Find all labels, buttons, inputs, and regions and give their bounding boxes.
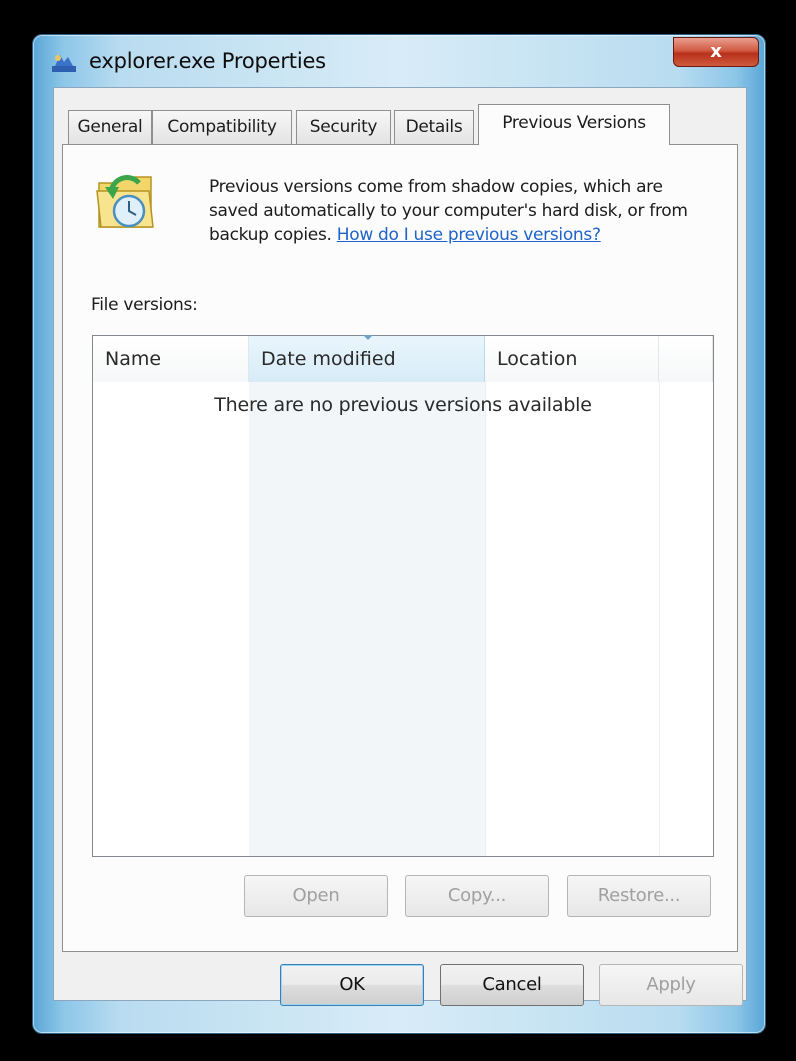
apply-button[interactable]: Apply bbox=[599, 964, 743, 1006]
tab-strip: General Compatibility Security Details P… bbox=[68, 104, 728, 145]
column-header-filler bbox=[659, 336, 713, 382]
close-button[interactable]: x bbox=[673, 37, 759, 67]
file-versions-list[interactable]: Name Date modified Location There are no… bbox=[92, 335, 714, 857]
list-header: Name Date modified Location bbox=[93, 335, 713, 382]
restore-button[interactable]: Restore... bbox=[567, 875, 711, 917]
sort-arrow-icon bbox=[363, 335, 373, 340]
column-header-date-modified[interactable]: Date modified bbox=[249, 335, 485, 382]
help-link[interactable]: How do I use previous versions? bbox=[337, 225, 601, 245]
empty-list-message: There are no previous versions available bbox=[214, 394, 592, 416]
tab-general[interactable]: General bbox=[68, 110, 152, 144]
ok-button[interactable]: OK bbox=[280, 964, 424, 1006]
previous-versions-icon bbox=[96, 175, 154, 228]
cancel-button[interactable]: Cancel bbox=[440, 964, 584, 1006]
copy-button[interactable]: Copy... bbox=[405, 875, 549, 917]
file-versions-label: File versions: bbox=[91, 295, 198, 315]
tab-security[interactable]: Security bbox=[296, 110, 391, 144]
column-header-name[interactable]: Name bbox=[93, 336, 249, 382]
properties-window: explorer.exe Properties x General Compat… bbox=[32, 34, 766, 1034]
column-header-location[interactable]: Location bbox=[485, 336, 659, 382]
dialog-client-area: General Compatibility Security Details P… bbox=[53, 87, 747, 1006]
title-bar[interactable]: explorer.exe Properties x bbox=[33, 35, 765, 87]
window-title: explorer.exe Properties bbox=[89, 49, 326, 73]
tab-compatibility[interactable]: Compatibility bbox=[152, 110, 292, 144]
tab-details[interactable]: Details bbox=[394, 110, 474, 144]
column-header-date-modified-label: Date modified bbox=[261, 348, 396, 370]
open-button[interactable]: Open bbox=[244, 875, 388, 917]
explorer-app-icon bbox=[52, 55, 76, 72]
tab-previous-versions[interactable]: Previous Versions bbox=[478, 104, 670, 145]
previous-versions-description: Previous versions come from shadow copie… bbox=[209, 175, 709, 247]
previous-versions-panel: Previous versions come from shadow copie… bbox=[62, 144, 738, 952]
